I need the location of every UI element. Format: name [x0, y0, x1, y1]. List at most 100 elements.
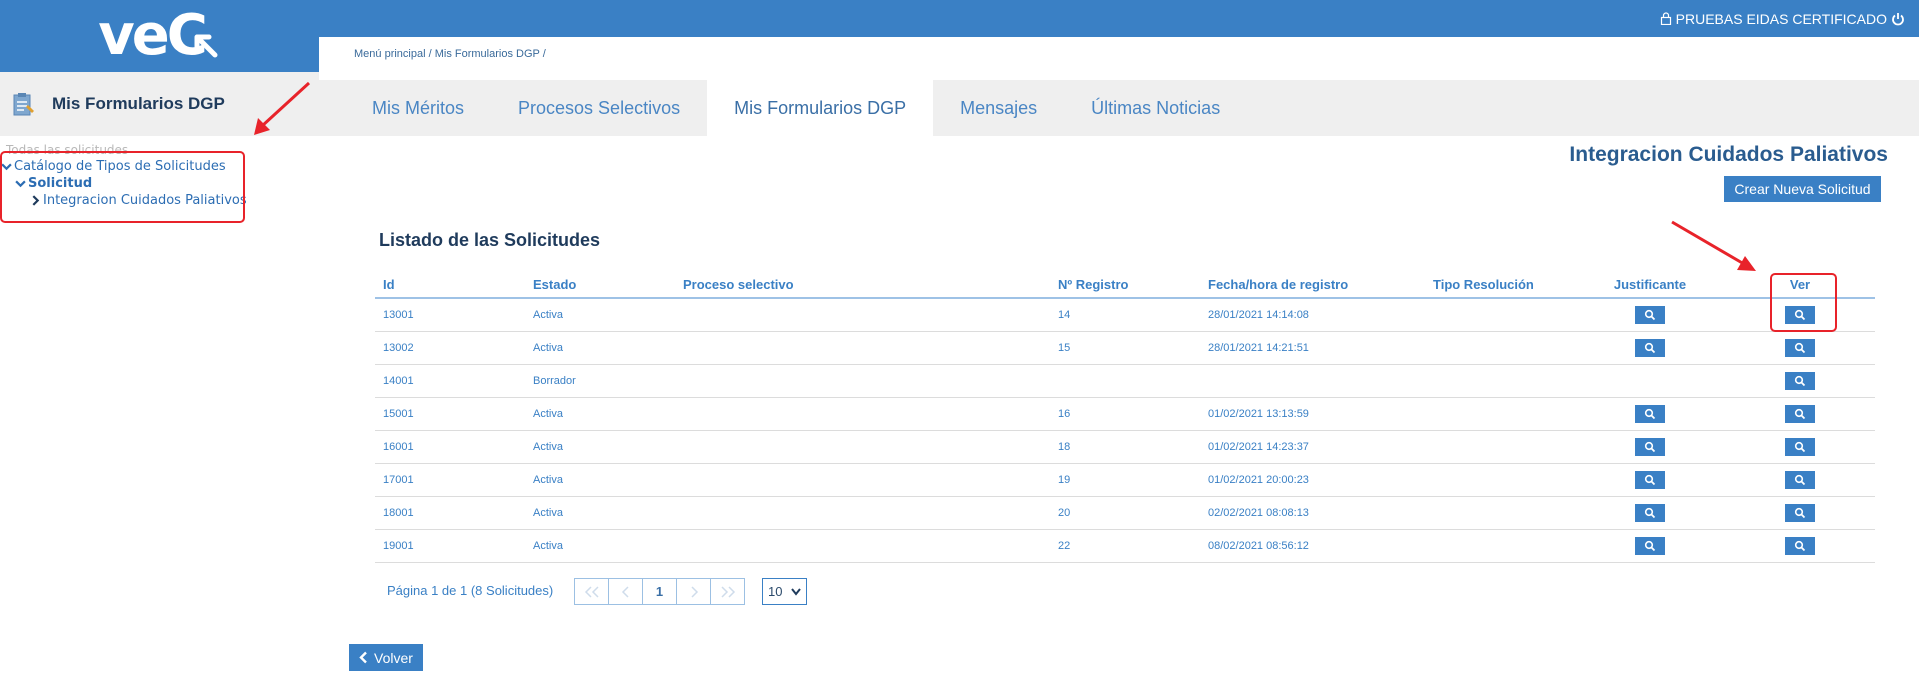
search-icon — [1644, 507, 1656, 518]
cell-proceso — [675, 463, 1050, 497]
cell-tipo — [1425, 496, 1575, 530]
justificante-button[interactable] — [1635, 404, 1665, 423]
ver-button[interactable] — [1785, 404, 1815, 423]
breadcrumb-item-home[interactable]: Menú principal — [354, 48, 426, 60]
search-icon — [1794, 507, 1806, 518]
search-icon — [1644, 474, 1656, 485]
column-header-proceso[interactable]: Proceso selectivo — [675, 272, 1050, 299]
table-row: 16001 Activa 18 01/02/2021 14:23:37 — [375, 430, 1875, 464]
last-page-button[interactable] — [710, 578, 745, 605]
justificante-button[interactable] — [1635, 437, 1665, 456]
column-header-estado[interactable]: Estado — [525, 272, 675, 299]
cell-estado: Activa — [525, 496, 675, 530]
column-header-justificante: Justificante — [1575, 272, 1725, 299]
cell-proceso — [675, 529, 1050, 563]
cell-fecha: 01/02/2021 13:13:59 — [1200, 397, 1425, 431]
table-header-row: Id Estado Proceso selectivo Nº Registro … — [375, 272, 1875, 299]
ver-button[interactable] — [1785, 503, 1815, 522]
table-row: 17001 Activa 19 01/02/2021 20:00:23 — [375, 463, 1875, 497]
cell-ver — [1725, 496, 1875, 530]
tab-mensajes[interactable]: Mensajes — [933, 80, 1064, 136]
lock-icon — [1660, 12, 1671, 25]
user-info[interactable]: PRUEBAS EIDAS CERTIFICADO — [1656, 0, 1909, 37]
cell-fecha: 02/02/2021 08:08:13 — [1200, 496, 1425, 530]
column-header-registro[interactable]: Nº Registro — [1050, 272, 1200, 299]
cell-fecha: 01/02/2021 20:00:23 — [1200, 463, 1425, 497]
search-icon — [1644, 441, 1656, 452]
search-icon — [1794, 342, 1806, 353]
back-button[interactable]: Volver — [349, 644, 423, 671]
cell-registro — [1050, 364, 1200, 398]
ver-button[interactable] — [1785, 470, 1815, 489]
cell-ver — [1725, 430, 1875, 464]
cell-registro: 14 — [1050, 298, 1200, 332]
cell-justificante — [1575, 331, 1725, 365]
cell-tipo — [1425, 397, 1575, 431]
cell-tipo — [1425, 430, 1575, 464]
prev-page-button[interactable] — [608, 578, 643, 605]
search-icon — [1794, 441, 1806, 452]
ver-button[interactable] — [1785, 536, 1815, 555]
cell-proceso — [675, 430, 1050, 464]
justificante-button[interactable] — [1635, 305, 1665, 324]
cell-registro: 22 — [1050, 529, 1200, 563]
cell-id: 16001 — [375, 430, 525, 464]
column-header-tipo[interactable]: Tipo Resolución — [1425, 272, 1575, 299]
vec-logo[interactable]: veC — [98, 8, 221, 64]
page-title: Integracion Cuidados Paliativos — [1569, 143, 1888, 166]
cell-proceso — [675, 496, 1050, 530]
breadcrumb-item-current[interactable]: Mis Formularios DGP — [435, 48, 540, 60]
tab-label: Mis Formularios DGP — [734, 97, 907, 118]
pagination-info: Página 1 de 1 (8 Solicitudes) — [387, 583, 554, 598]
column-header-id[interactable]: Id — [375, 272, 525, 299]
cell-tipo — [1425, 331, 1575, 365]
page-size-select[interactable]: 10 — [762, 578, 807, 605]
tab-label: Procesos Selectivos — [518, 97, 681, 118]
cell-id: 15001 — [375, 397, 525, 431]
table-row: 15001 Activa 16 01/02/2021 13:13:59 — [375, 397, 1875, 431]
cell-tipo — [1425, 529, 1575, 563]
tab-procesos-selectivos[interactable]: Procesos Selectivos — [491, 80, 707, 136]
ver-button[interactable] — [1785, 338, 1815, 357]
table-row: 13002 Activa 15 28/01/2021 14:21:51 — [375, 331, 1875, 365]
table-row: 19001 Activa 22 08/02/2021 08:56:12 — [375, 529, 1875, 563]
ver-button[interactable] — [1785, 371, 1815, 390]
justificante-button[interactable] — [1635, 536, 1665, 555]
tab-ultimas-noticias[interactable]: Últimas Noticias — [1064, 80, 1247, 136]
double-chevron-left-icon — [584, 585, 599, 598]
next-page-button[interactable] — [676, 578, 711, 605]
sidebar-title: Mis Formularios DGP — [52, 94, 225, 113]
cell-estado: Activa — [525, 463, 675, 497]
tab-mis-formularios[interactable]: Mis Formularios DGP — [707, 80, 934, 136]
cell-justificante — [1575, 463, 1725, 497]
first-page-button[interactable] — [574, 578, 609, 605]
search-icon — [1794, 375, 1806, 386]
chevron-down-icon — [791, 588, 801, 596]
search-icon — [1644, 408, 1656, 419]
back-button-label: Volver — [374, 649, 413, 666]
justificante-button[interactable] — [1635, 470, 1665, 489]
table-row: 14001 Borrador — [375, 364, 1875, 398]
page-size-value: 10 — [768, 584, 783, 599]
cell-fecha — [1200, 364, 1425, 398]
cell-justificante — [1575, 298, 1725, 332]
cell-fecha: 01/02/2021 14:23:37 — [1200, 430, 1425, 464]
justificante-button[interactable] — [1635, 503, 1665, 522]
column-header-fecha[interactable]: Fecha/hora de registro — [1200, 272, 1425, 299]
tab-label: Últimas Noticias — [1091, 97, 1221, 118]
cell-justificante — [1575, 529, 1725, 563]
cell-id: 13001 — [375, 298, 525, 332]
power-icon[interactable] — [1891, 12, 1905, 26]
current-page[interactable]: 1 — [642, 578, 677, 605]
table-row: 13001 Activa 14 28/01/2021 14:14:08 — [375, 298, 1875, 332]
tab-mis-meritos[interactable]: Mis Méritos — [345, 80, 491, 136]
new-request-button[interactable]: Crear Nueva Solicitud — [1724, 176, 1881, 202]
justificante-button[interactable] — [1635, 338, 1665, 357]
cell-registro: 19 — [1050, 463, 1200, 497]
cell-id: 13002 — [375, 331, 525, 365]
search-icon — [1644, 540, 1656, 551]
user-name: PRUEBAS EIDAS CERTIFICADO — [1675, 10, 1887, 27]
cell-tipo — [1425, 463, 1575, 497]
ver-button[interactable] — [1785, 437, 1815, 456]
search-icon — [1644, 342, 1656, 353]
